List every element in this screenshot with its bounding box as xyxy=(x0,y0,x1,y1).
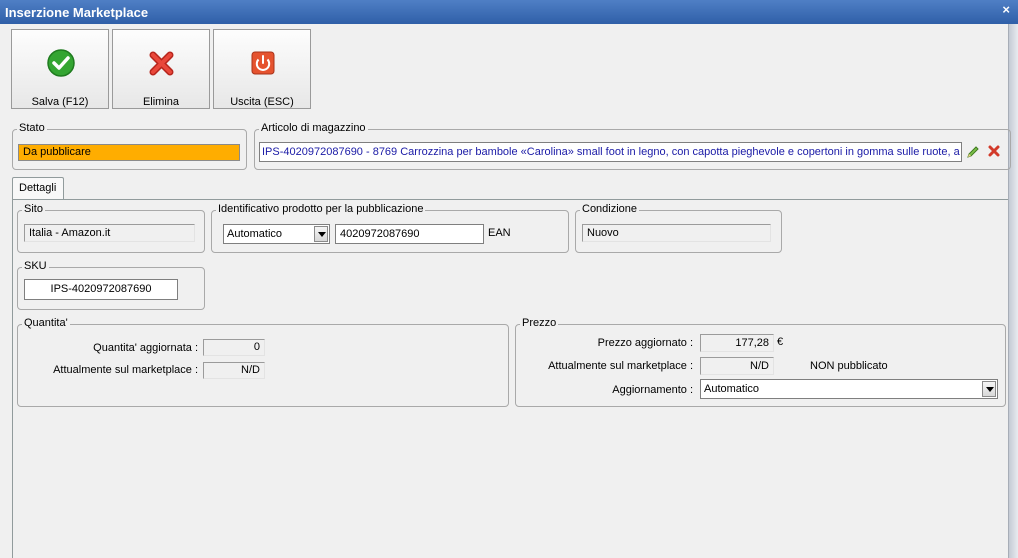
aggiornamento-label: Aggiornamento : xyxy=(612,384,693,396)
window-border xyxy=(1008,24,1018,558)
stato-field: Da pubblicare xyxy=(18,144,240,161)
checkmark-icon xyxy=(47,49,75,77)
save-button[interactable]: Salva (F12) xyxy=(11,29,109,109)
prezzo-marketplace-field: N/D xyxy=(700,357,774,375)
window-titlebar: Inserzione Marketplace × xyxy=(0,0,1018,24)
save-button-label: Salva (F12) xyxy=(31,96,89,108)
currency-label: € xyxy=(777,336,784,348)
prezzo-aggiornato-label: Prezzo aggiornato : xyxy=(597,337,693,349)
sku-legend: SKU xyxy=(22,260,49,272)
sito-field: Italia - Amazon.it xyxy=(24,224,195,242)
tab-dettagli-label: Dettagli xyxy=(19,182,57,194)
condizione-field: Nuovo xyxy=(582,224,771,242)
code-type-label: EAN xyxy=(488,227,511,239)
exit-button-label: Uscita (ESC) xyxy=(230,96,294,108)
tab-dettagli[interactable]: Dettagli xyxy=(12,177,64,200)
prezzo-aggiornato-field: 177,28 xyxy=(700,334,774,352)
publication-status-text: NON pubblicato xyxy=(810,360,888,372)
clear-x-icon[interactable] xyxy=(987,144,1001,158)
prezzo-marketplace-label: Attualmente sul marketplace : xyxy=(548,360,693,372)
condizione-legend: Condizione xyxy=(580,203,640,215)
identificativo-legend: Identificativo prodotto per la pubblicaz… xyxy=(216,203,426,215)
sito-legend: Sito xyxy=(22,203,45,215)
chevron-down-icon xyxy=(982,381,996,397)
prezzo-legend: Prezzo xyxy=(520,317,559,329)
chevron-down-icon xyxy=(314,226,328,242)
close-icon[interactable]: × xyxy=(1002,3,1010,17)
articolo-field[interactable]: IPS-4020972087690 - 8769 Carrozzina per … xyxy=(259,142,962,162)
identificativo-type-value: Automatico xyxy=(227,228,283,240)
aggiornamento-value: Automatico xyxy=(704,383,760,395)
quantita-aggiornata-label: Quantita' aggiornata : xyxy=(93,342,198,354)
stato-legend: Stato xyxy=(17,122,47,134)
power-icon xyxy=(251,51,275,75)
quantita-marketplace-label: Attualmente sul marketplace : xyxy=(53,364,198,376)
delete-x-icon xyxy=(149,51,174,76)
pencil-edit-icon[interactable] xyxy=(965,144,981,160)
quantita-legend: Quantita' xyxy=(22,317,70,329)
quantita-aggiornata-field: 0 xyxy=(203,339,265,356)
delete-button[interactable]: Elimina xyxy=(112,29,210,109)
identificativo-code-input[interactable]: 4020972087690 xyxy=(335,224,484,244)
window-title: Inserzione Marketplace xyxy=(5,5,149,20)
sku-input[interactable]: IPS-4020972087690 xyxy=(24,279,178,300)
articolo-legend: Articolo di magazzino xyxy=(259,122,368,134)
identificativo-type-select[interactable]: Automatico xyxy=(223,224,330,244)
aggiornamento-select[interactable]: Automatico xyxy=(700,379,998,399)
delete-button-label: Elimina xyxy=(142,96,180,108)
exit-button[interactable]: Uscita (ESC) xyxy=(213,29,311,109)
quantita-marketplace-field: N/D xyxy=(203,362,265,379)
